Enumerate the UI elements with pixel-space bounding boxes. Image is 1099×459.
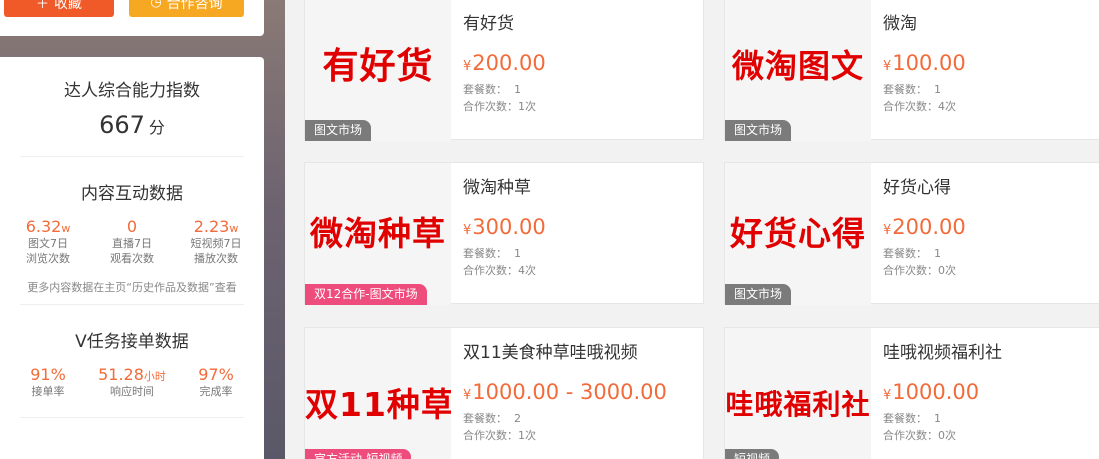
service-card[interactable]: 双11种草 官方活动-短视频 双11美食种草哇哦视频 ¥1000.00 - 30… bbox=[304, 327, 704, 459]
package-count: 套餐数： 1 bbox=[883, 83, 941, 96]
metric-label: 直播7日 bbox=[112, 237, 152, 250]
metric-suffix: w bbox=[229, 222, 239, 235]
package-count: 套餐数： 1 bbox=[463, 83, 521, 96]
service-title[interactable]: 好货心得 bbox=[883, 173, 1099, 198]
profile-sidebar: ＋ 收藏 ◷ 合作咨询 达人综合能力指数 667 分 内容互动数据 6.32w 图… bbox=[0, 0, 264, 459]
interaction-metrics: 6.32w 图文7日 浏览次数 0 直播7日 观看次数 2.23w 短视频7日 … bbox=[0, 217, 264, 266]
coop-count: 合作次数：1次 bbox=[463, 100, 536, 113]
service-thumbnail: 好货心得 图文市场 bbox=[725, 163, 871, 305]
package-count: 套餐数： 1 bbox=[883, 247, 941, 260]
metric-live-views: 0 直播7日 观看次数 bbox=[92, 217, 172, 266]
thumbnail-text: 微淘图文 bbox=[731, 47, 864, 85]
thumbnail-text: 好货心得 bbox=[730, 214, 866, 253]
service-price: ¥200.00 bbox=[883, 215, 966, 239]
ability-score: 667 分 bbox=[0, 111, 264, 139]
market-tag: 图文市场 bbox=[305, 120, 372, 141]
service-title[interactable]: 微淘 bbox=[883, 9, 1099, 34]
service-thumbnail: 微淘图文 图文市场 bbox=[725, 0, 871, 141]
market-tag: 图文市场 bbox=[725, 120, 792, 141]
metric-label: 完成率 bbox=[199, 385, 233, 398]
service-title[interactable]: 有好货 bbox=[463, 9, 695, 34]
metric-label: 接单率 bbox=[31, 385, 65, 398]
thumbnail-text: 双11种草 bbox=[305, 385, 451, 424]
score-value: 667 bbox=[99, 111, 145, 139]
coop-count: 合作次数：0次 bbox=[883, 429, 956, 442]
service-card[interactable]: 微淘图文 图文市场 微淘 ¥100.00 套餐数： 1 合作次数：4次 bbox=[724, 0, 1099, 141]
action-card: ＋ 收藏 ◷ 合作咨询 bbox=[0, 0, 264, 36]
favorite-label: 收藏 bbox=[54, 0, 82, 12]
market-tag: 短视频 bbox=[725, 449, 780, 459]
metric-response-time: 51.28小时 响应时间 bbox=[92, 365, 172, 399]
cooperate-label: 合作咨询 bbox=[166, 0, 223, 12]
service-title[interactable]: 微淘种草 bbox=[463, 173, 695, 198]
service-price: ¥1000.00 - 3000.00 bbox=[463, 380, 667, 404]
metric-value: 0 bbox=[126, 217, 138, 236]
coop-count: 合作次数：4次 bbox=[883, 100, 956, 113]
service-thumbnail: 微淘种草 双12合作-图文市场 bbox=[305, 163, 451, 305]
stats-card: 达人综合能力指数 667 分 内容互动数据 6.32w 图文7日 浏览次数 0 直… bbox=[0, 57, 264, 459]
plus-icon: ＋ bbox=[35, 0, 49, 12]
service-thumbnail: 哇哦福利社 短视频 bbox=[725, 328, 871, 459]
metric-label: 浏览次数 bbox=[26, 252, 70, 265]
metric-suffix: 小时 bbox=[143, 370, 166, 383]
service-title[interactable]: 双11美食种草哇哦视频 bbox=[463, 338, 695, 363]
vtask-title: V任务接单数据 bbox=[75, 332, 189, 352]
service-card[interactable]: 哇哦福利社 短视频 哇哦视频福利社 ¥1000.00 套餐数： 1 合作次数：0… bbox=[724, 327, 1099, 459]
vtask-metrics: 91% 接单率 51.28小时 响应时间 97% 完成率 bbox=[0, 365, 264, 399]
market-tag: 双12合作-图文市场 bbox=[305, 284, 427, 305]
service-card[interactable]: 有好货 图文市场 有好货 ¥200.00 套餐数： 1 合作次数：1次 bbox=[304, 0, 704, 141]
metric-value: 51.28 bbox=[98, 365, 144, 384]
service-card[interactable]: 好货心得 图文市场 好货心得 ¥200.00 套餐数： 1 合作次数：0次 bbox=[724, 162, 1099, 305]
divider bbox=[20, 417, 244, 418]
service-thumbnail: 有好货 图文市场 bbox=[305, 0, 451, 141]
service-price: ¥200.00 bbox=[463, 51, 546, 75]
metric-label: 观看次数 bbox=[110, 252, 154, 265]
thumbnail-text: 哇哦福利社 bbox=[725, 388, 871, 421]
coop-count: 合作次数：0次 bbox=[883, 264, 956, 277]
ability-title: 达人综合能力指数 bbox=[64, 81, 200, 101]
metric-value: 97% bbox=[198, 365, 234, 384]
service-card[interactable]: 微淘种草 双12合作-图文市场 微淘种草 ¥300.00 套餐数： 1 合作次数… bbox=[304, 162, 704, 305]
thumbnail-text: 微淘种草 bbox=[310, 214, 446, 253]
metric-suffix: w bbox=[61, 222, 71, 235]
metric-accept-rate: 91% 接单率 bbox=[8, 365, 88, 399]
clock-icon: ◷ bbox=[150, 0, 162, 10]
thumbnail-text: 有好货 bbox=[322, 46, 434, 87]
package-count: 套餐数： 1 bbox=[463, 247, 521, 260]
metric-value: 91% bbox=[30, 365, 66, 384]
metric-video-plays: 2.23w 短视频7日 播放次数 bbox=[176, 217, 256, 266]
metric-label: 短视频7日 bbox=[190, 237, 242, 250]
service-price: ¥1000.00 bbox=[883, 380, 980, 404]
favorite-button[interactable]: ＋ 收藏 bbox=[4, 0, 114, 17]
service-title[interactable]: 哇哦视频福利社 bbox=[883, 338, 1099, 363]
metric-graphic-views: 6.32w 图文7日 浏览次数 bbox=[8, 217, 88, 266]
metric-completion-rate: 97% 完成率 bbox=[176, 365, 256, 399]
service-price: ¥100.00 bbox=[883, 51, 966, 75]
market-tag: 官方活动-短视频 bbox=[305, 449, 412, 459]
package-count: 套餐数： 1 bbox=[883, 412, 941, 425]
metric-label: 图文7日 bbox=[28, 237, 68, 250]
metric-value: 2.23 bbox=[193, 217, 230, 236]
package-count: 套餐数： 2 bbox=[463, 412, 521, 425]
metric-label: 响应时间 bbox=[110, 385, 154, 398]
cooperate-button[interactable]: ◷ 合作咨询 bbox=[129, 0, 244, 17]
coop-count: 合作次数：4次 bbox=[463, 264, 536, 277]
metric-label: 播放次数 bbox=[194, 252, 238, 265]
coop-count: 合作次数：1次 bbox=[463, 429, 536, 442]
service-thumbnail: 双11种草 官方活动-短视频 bbox=[305, 328, 451, 459]
metric-value: 6.32 bbox=[25, 217, 62, 236]
score-unit: 分 bbox=[148, 118, 165, 137]
market-tag: 图文市场 bbox=[725, 284, 792, 305]
service-price: ¥300.00 bbox=[463, 215, 546, 239]
more-data-note: 更多内容数据在主页“历史作品及数据”查看 bbox=[27, 281, 237, 294]
interaction-title: 内容互动数据 bbox=[81, 184, 183, 204]
